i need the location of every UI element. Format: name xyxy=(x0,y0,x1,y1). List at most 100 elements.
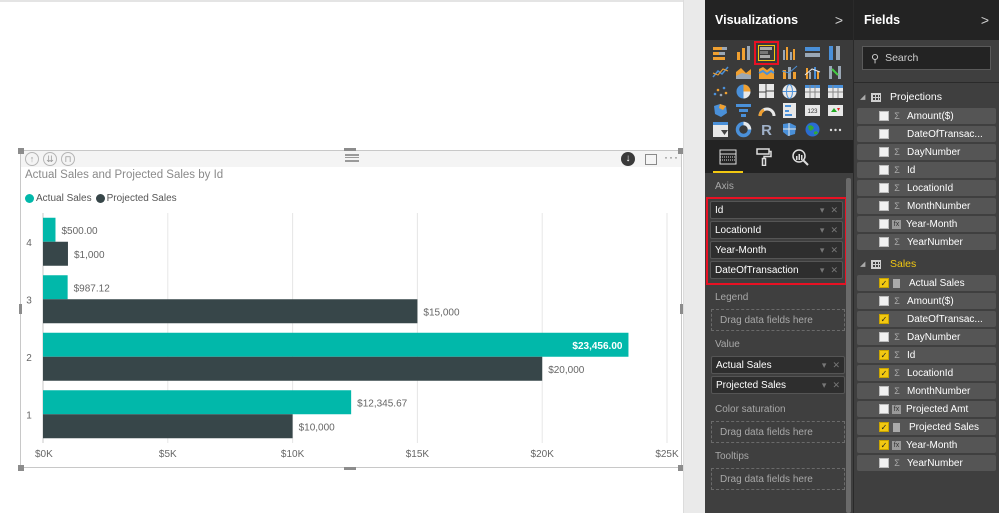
field-item[interactable]: fx Projected Amt xyxy=(857,401,996,417)
bar-chart-plot[interactable]: $0K $5K $10K $15K $20K $25K 4 $500.00 $1,000 3 $98… xyxy=(21,151,681,467)
well-field-pill[interactable]: LocationId ▾ ✕ xyxy=(710,221,843,239)
remove-field-icon[interactable]: ✕ xyxy=(832,360,840,371)
scatter-chart-icon[interactable] xyxy=(711,82,730,100)
report-canvas[interactable]: ↑ ⇊ ⊓ ↓ ··· Actual Sales and Projected S… xyxy=(0,0,684,513)
field-item[interactable]: ✓ Projected Sales xyxy=(857,419,996,435)
remove-field-icon[interactable]: ✕ xyxy=(830,225,838,236)
field-checkbox[interactable]: ✓ xyxy=(879,440,889,450)
expand-triangle-icon[interactable]: ◢ xyxy=(860,93,866,101)
expand-triangle-icon[interactable]: ◢ xyxy=(860,260,866,268)
table-header-sales[interactable]: ◢ Sales xyxy=(854,255,999,273)
gauge-icon[interactable] xyxy=(757,101,776,119)
fields-search-input[interactable] xyxy=(885,52,986,64)
bar-projected[interactable] xyxy=(43,356,543,381)
field-checkbox[interactable] xyxy=(879,332,889,342)
field-checkbox[interactable] xyxy=(879,237,889,247)
field-item[interactable]: fx Year-Month xyxy=(857,216,996,232)
card-icon[interactable]: 123 xyxy=(803,101,822,119)
pie-chart-icon[interactable] xyxy=(734,82,753,100)
globe-map-icon[interactable] xyxy=(803,120,822,138)
area-chart-icon[interactable] xyxy=(734,63,753,81)
field-item[interactable]: ✓ Actual Sales xyxy=(857,275,996,291)
stacked-bar-chart-icon[interactable] xyxy=(711,44,730,62)
fields-tab[interactable] xyxy=(713,145,743,173)
resize-handle-bottom-left[interactable] xyxy=(18,465,24,471)
axis-well[interactable]: Id ▾ ✕ LocationId ▾ ✕ Year-Month ▾ ✕ DateOfTransa… xyxy=(706,197,847,285)
funnel-icon[interactable] xyxy=(734,101,753,119)
field-checkbox[interactable]: ✓ xyxy=(879,278,889,288)
bar-projected[interactable] xyxy=(43,299,418,324)
analytics-tab[interactable] xyxy=(789,145,811,169)
field-item[interactable]: Σ LocationId xyxy=(857,180,996,196)
field-checkbox[interactable]: ✓ xyxy=(879,368,889,378)
r-script-visual-icon[interactable]: R xyxy=(757,120,776,138)
remove-field-icon[interactable]: ✕ xyxy=(832,380,840,391)
line-chart-icon[interactable] xyxy=(711,63,730,81)
field-item[interactable]: Σ Amount($) xyxy=(857,293,996,309)
value-well[interactable]: Actual Sales ▾ ✕ Projected Sales ▾ ✕ xyxy=(708,356,845,394)
line-and-clustered-column-chart-icon[interactable] xyxy=(803,63,822,81)
bar-actual[interactable] xyxy=(43,275,68,300)
format-tab[interactable] xyxy=(753,145,775,169)
slicer-icon[interactable] xyxy=(711,120,730,138)
well-field-pill[interactable]: Year-Month ▾ ✕ xyxy=(710,241,843,259)
multi-row-card-icon[interactable] xyxy=(780,101,799,119)
remove-field-icon[interactable]: ✕ xyxy=(830,265,838,276)
field-item[interactable]: ✓ Σ Id xyxy=(857,347,996,363)
more-visuals-icon[interactable] xyxy=(826,120,845,138)
field-checkbox[interactable] xyxy=(879,296,889,306)
line-and-stacked-column-chart-icon[interactable] xyxy=(780,63,799,81)
legend-drop-zone[interactable]: Drag data fields here xyxy=(711,309,845,331)
remove-field-icon[interactable]: ✕ xyxy=(830,205,838,216)
100-stacked-bar-chart-icon[interactable] xyxy=(803,44,822,62)
bar-actual[interactable] xyxy=(43,332,629,357)
well-field-pill[interactable]: Actual Sales ▾ ✕ xyxy=(711,356,845,374)
field-checkbox[interactable] xyxy=(879,129,889,139)
donut-chart-icon[interactable] xyxy=(734,120,753,138)
field-checkbox[interactable] xyxy=(879,201,889,211)
field-item[interactable]: Σ DayNumber xyxy=(857,329,996,345)
field-checkbox[interactable] xyxy=(879,111,889,121)
well-field-pill[interactable]: Id ▾ ✕ xyxy=(710,201,843,219)
field-item[interactable]: ✓ DateOfTransac... xyxy=(857,311,996,327)
field-item[interactable]: ✓ fx Year-Month xyxy=(857,437,996,453)
field-checkbox[interactable] xyxy=(879,147,889,157)
resize-handle-top[interactable] xyxy=(344,148,356,151)
bar-actual[interactable] xyxy=(43,217,56,242)
field-item[interactable]: Σ MonthNumber xyxy=(857,198,996,214)
color-saturation-drop-zone[interactable]: Drag data fields here xyxy=(711,421,845,443)
clustered-bar-visual[interactable]: ↑ ⇊ ⊓ ↓ ··· Actual Sales and Projected S… xyxy=(20,150,682,468)
map-icon[interactable] xyxy=(780,82,799,100)
filled-map-icon[interactable] xyxy=(711,101,730,119)
field-checkbox[interactable] xyxy=(879,165,889,175)
field-checkbox[interactable] xyxy=(879,458,889,468)
100-stacked-column-chart-icon[interactable] xyxy=(826,44,845,62)
well-field-pill[interactable]: Projected Sales ▾ ✕ xyxy=(711,376,845,394)
resize-handle-top-left[interactable] xyxy=(18,148,24,154)
fields-search-box[interactable]: ⚲ xyxy=(862,46,991,70)
field-checkbox[interactable] xyxy=(879,219,889,229)
bar-projected[interactable] xyxy=(43,414,293,439)
clustered-bar-chart-icon[interactable] xyxy=(754,41,779,65)
well-field-pill[interactable]: DateOfTransaction ▾ ✕ xyxy=(710,261,843,279)
viz-pane-scrollbar[interactable] xyxy=(846,178,851,513)
field-item[interactable]: Σ Id xyxy=(857,162,996,178)
stacked-column-chart-icon[interactable] xyxy=(734,44,753,62)
matrix-icon[interactable] xyxy=(826,82,845,100)
chevron-down-icon[interactable]: ▾ xyxy=(820,265,825,276)
table-header-projections[interactable]: ◢ Projections xyxy=(854,88,999,106)
field-item[interactable]: Σ Amount($) xyxy=(857,108,996,124)
tooltips-drop-zone[interactable]: Drag data fields here xyxy=(711,468,845,490)
chevron-down-icon[interactable]: ▾ xyxy=(822,360,827,371)
collapse-fields-icon[interactable]: > xyxy=(981,12,989,28)
treemap-icon[interactable] xyxy=(757,82,776,100)
resize-handle-bottom[interactable] xyxy=(344,467,356,470)
field-item[interactable]: Σ MonthNumber xyxy=(857,383,996,399)
chevron-down-icon[interactable]: ▾ xyxy=(820,205,825,216)
clustered-column-chart-icon[interactable] xyxy=(780,44,799,62)
field-item[interactable]: Σ YearNumber xyxy=(857,234,996,250)
kpi-icon[interactable] xyxy=(826,101,845,119)
field-checkbox[interactable] xyxy=(879,404,889,414)
field-checkbox[interactable] xyxy=(879,183,889,193)
resize-handle-left[interactable] xyxy=(19,304,22,314)
